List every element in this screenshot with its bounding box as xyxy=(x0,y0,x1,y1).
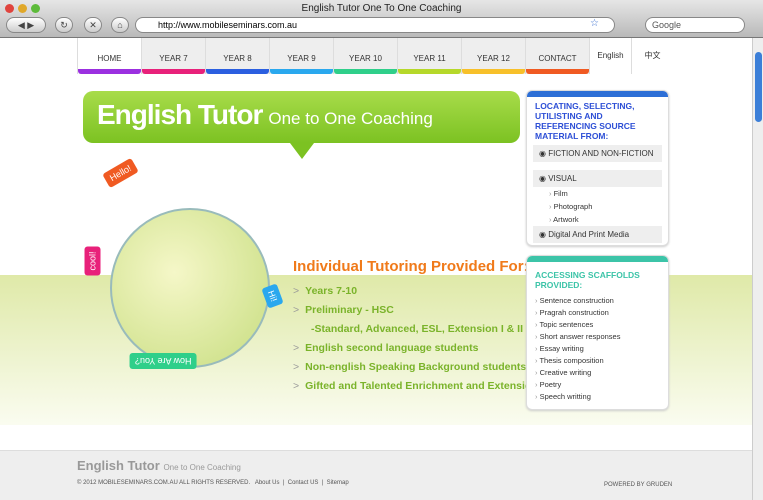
nav-color-bar xyxy=(334,69,397,74)
tutoring-item: > English second language students xyxy=(293,342,479,354)
footer-links: © 2012 MOBILESEMINARS.COM.AU ALL RIGHTS … xyxy=(77,480,349,486)
tutoring-item: -Standard, Advanced, ESL, Extension I & … xyxy=(311,323,523,335)
nav-color-bar xyxy=(78,69,141,74)
lang-0[interactable]: English xyxy=(589,38,631,74)
search-input[interactable]: Google xyxy=(645,17,745,33)
scaffold-item: Short answer responses xyxy=(527,330,668,342)
scaffold-item: Topic sentences xyxy=(527,318,668,330)
tutoring-item: > Years 7-10 xyxy=(293,285,358,297)
globe-illustration xyxy=(110,208,270,368)
nav-year-10[interactable]: YEAR 10 xyxy=(333,38,397,74)
contact-link[interactable]: Contact US xyxy=(288,480,319,486)
box-title: ACCESSING SCAFFOLDS PROVIDED: xyxy=(535,270,640,290)
nav-year-11[interactable]: YEAR 11 xyxy=(397,38,461,74)
visual-item[interactable]: ◉ VISUAL xyxy=(533,170,662,187)
visual-sub-item[interactable]: Artwork xyxy=(527,213,668,226)
digital-item[interactable]: ◉ Digital And Print Media xyxy=(533,226,662,243)
tutoring-item: > Gifted and Talented Enrichment and Exte… xyxy=(293,380,538,392)
box-title: LOCATING, SELECTING, UTILISTING AND REFE… xyxy=(535,101,636,141)
visual-sub-item[interactable]: Film xyxy=(527,187,668,200)
main-nav: HOME YEAR 7 YEAR 8 YEAR 9 YEAR 10 YEAR 11 YEAR… xyxy=(77,38,673,74)
scrollbar[interactable] xyxy=(752,38,763,500)
stop-button[interactable]: ✕ xyxy=(84,17,102,33)
hero-subtitle: One to One Coaching xyxy=(268,109,433,128)
nav-color-bar xyxy=(398,69,461,74)
fiction-item[interactable]: ◉ FICTION AND NON-FICTION xyxy=(533,145,662,162)
bookmark-star-icon[interactable]: ☆ xyxy=(590,18,599,29)
speech-tail xyxy=(290,143,314,159)
sticker-hello: Hello! xyxy=(102,157,139,189)
sticker-how-are-you: How Are You? xyxy=(130,353,197,369)
nav-color-bar xyxy=(206,69,269,74)
copyright: © 2012 MOBILESEMINARS.COM.AU ALL RIGHTS … xyxy=(77,480,251,486)
scaffold-item: Poetry xyxy=(527,378,668,390)
nav-year-8[interactable]: YEAR 8 xyxy=(205,38,269,74)
tutoring-section: Individual Tutoring Provided For: > Years… xyxy=(293,258,538,399)
window-title: English Tutor One To One Coaching xyxy=(301,3,462,14)
visual-sub-item[interactable]: Photograph xyxy=(527,200,668,213)
scroll-thumb[interactable] xyxy=(755,52,762,122)
scaffold-item: Pragrah construction xyxy=(527,306,668,318)
scaffolds-box: ACCESSING SCAFFOLDS PROVIDED: Sentence c… xyxy=(526,255,669,410)
browser-chrome: English Tutor One To One Coaching ◀ ▶ ↻ … xyxy=(0,0,763,38)
sitemap-link[interactable]: Sitemap xyxy=(327,480,349,486)
nav-color-bar xyxy=(142,69,205,74)
scaffold-item: Creative writing xyxy=(527,366,668,378)
lang-1[interactable]: 中文 xyxy=(631,38,673,74)
nav-year-9[interactable]: YEAR 9 xyxy=(269,38,333,74)
web-page: HOME YEAR 7 YEAR 8 YEAR 9 YEAR 10 YEAR 11 YEAR… xyxy=(0,38,752,500)
nav-home[interactable]: HOME xyxy=(77,38,141,74)
powered-by: POWERED BY GRUDEN xyxy=(604,482,673,488)
tutoring-item: > Preliminary - HSC xyxy=(293,304,394,316)
scaffold-item: Sentence construction xyxy=(527,294,668,306)
back-button[interactable]: ◀ ▶ xyxy=(6,17,46,33)
tutoring-item: > Non-english Speaking Background student… xyxy=(293,361,527,373)
url-field[interactable]: http://www.mobileseminars.com.au xyxy=(135,17,615,33)
about-link[interactable]: About Us xyxy=(255,480,280,486)
source-material-box: LOCATING, SELECTING, UTILISTING AND REFE… xyxy=(526,90,669,246)
reload-button[interactable]: ↻ xyxy=(55,17,73,33)
nav-contact[interactable]: CONTACT xyxy=(525,38,589,74)
scaffold-item: Thesis composition xyxy=(527,354,668,366)
footer-logo: English Tutor One to One Coaching xyxy=(77,458,241,473)
nav-year-7[interactable]: YEAR 7 xyxy=(141,38,205,74)
nav-color-bar xyxy=(270,69,333,74)
sticker-cool: cool! xyxy=(84,246,101,276)
tutoring-heading: Individual Tutoring Provided For: xyxy=(293,258,529,275)
hero-title: English Tutor xyxy=(97,99,263,130)
nav-color-bar xyxy=(526,69,589,74)
scaffold-item: Speech writting xyxy=(527,390,668,402)
home-icon[interactable]: ⌂ xyxy=(111,17,129,33)
footer: English Tutor One to One Coaching © 2012… xyxy=(0,450,752,500)
nav-year-12[interactable]: YEAR 12 xyxy=(461,38,525,74)
hero-banner: English Tutor One to One Coaching xyxy=(83,91,520,143)
nav-color-bar xyxy=(462,69,525,74)
scaffold-item: Essay writing xyxy=(527,342,668,354)
